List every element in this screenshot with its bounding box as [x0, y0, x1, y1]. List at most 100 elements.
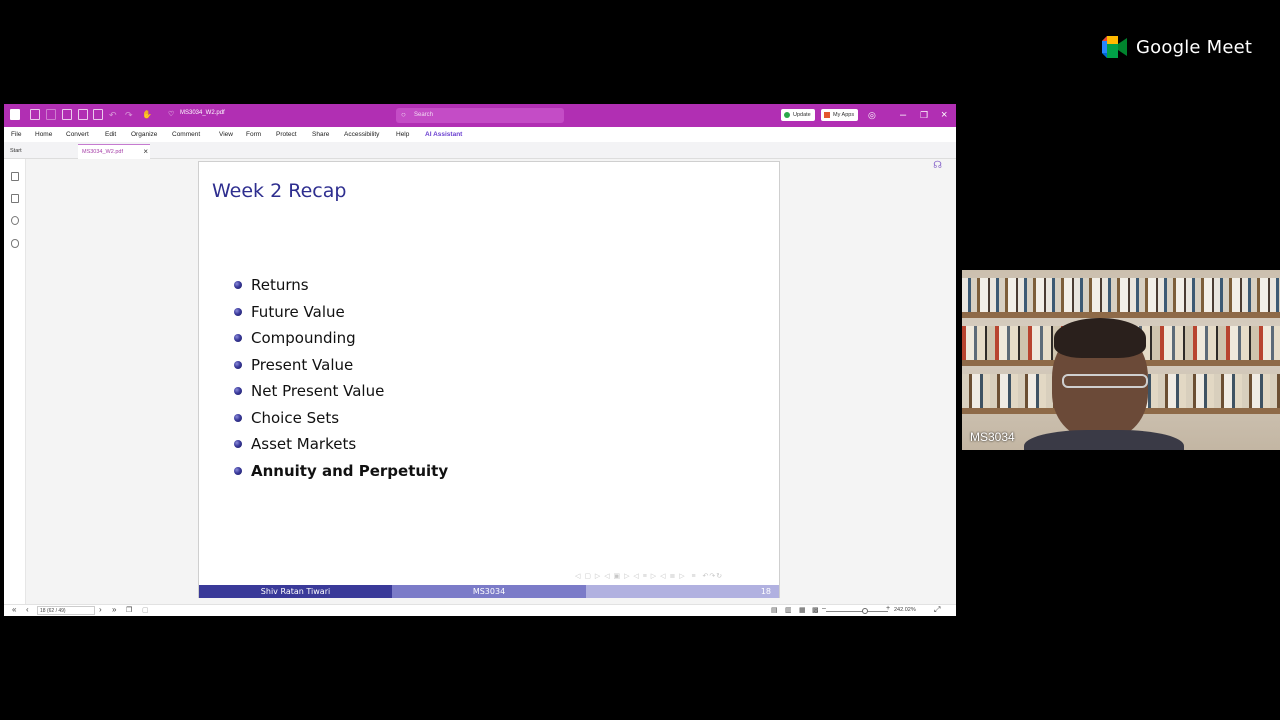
bullet-dot-icon	[234, 334, 242, 343]
bullet-item: Present Value	[234, 352, 448, 379]
hand-tool-icon[interactable]: ✋	[142, 108, 152, 122]
participant-hair	[1054, 318, 1146, 358]
last-page-icon[interactable]: »	[112, 605, 116, 614]
bullet-item: Compounding	[234, 325, 448, 352]
bullet-dot-icon	[234, 440, 242, 449]
bullet-dot-icon	[234, 466, 242, 475]
bullet-item: Net Present Value	[234, 378, 448, 405]
google-meet-logo-icon	[1102, 36, 1127, 58]
menu-bar: File Home Convert Edit Organize Comment …	[4, 127, 956, 142]
continuous-view-icon[interactable]: ▥	[785, 606, 792, 614]
bullet-item: Future Value	[234, 299, 448, 326]
comments-icon[interactable]	[11, 216, 19, 225]
menu-form[interactable]: Form	[246, 131, 261, 138]
copy-icon[interactable]	[78, 109, 88, 120]
extract-page-icon[interactable]: ▢	[142, 606, 149, 614]
footer-course: MS3034	[392, 585, 586, 598]
left-sidebar	[4, 159, 26, 604]
footer-author: Shiv Ratan Tiwari	[199, 585, 392, 598]
google-meet-label: Google Meet	[1136, 36, 1253, 58]
page-number-input[interactable]: 18 (62 / 49)	[37, 606, 95, 615]
page-indicator: 18 (62 / 49)	[40, 608, 66, 614]
save-icon[interactable]	[46, 109, 56, 120]
app-logo-icon	[10, 109, 20, 120]
menu-protect[interactable]: Protect	[276, 131, 297, 138]
bullet-item: Choice Sets	[234, 405, 448, 432]
bookmark-icon[interactable]	[11, 172, 19, 181]
zoom-slider[interactable]	[826, 611, 888, 612]
zoom-slider-handle[interactable]	[862, 608, 868, 614]
open-folder-icon[interactable]	[30, 109, 40, 120]
my-apps-button[interactable]: My Apps	[821, 109, 859, 121]
apps-grid-icon	[824, 112, 830, 118]
window-title: MS3034_W2.pdf	[180, 110, 225, 116]
update-icon	[784, 112, 790, 118]
minimize-icon[interactable]: –	[900, 108, 906, 122]
google-meet-brand: Google Meet	[1100, 34, 1252, 60]
status-bar: « ‹ 18 (62 / 49) › » ❐ ▢ ▤ ▥ ▦ ▩ – + 242…	[4, 604, 956, 616]
two-page-view-icon[interactable]: ▦	[799, 606, 806, 614]
attachment-icon[interactable]	[11, 239, 19, 248]
update-label: Update	[793, 112, 811, 118]
menu-convert[interactable]: Convert	[66, 131, 89, 138]
search-placeholder: Search	[414, 112, 434, 118]
redo-icon[interactable]: ↷	[125, 108, 133, 122]
bullet-list: Returns Future Value Compounding Present…	[234, 272, 448, 484]
menu-edit[interactable]: Edit	[105, 131, 116, 138]
headset-icon[interactable]: ☊	[933, 160, 942, 171]
bullet-item: Asset Markets	[234, 431, 448, 458]
fullscreen-icon[interactable]: ⤢	[934, 605, 940, 615]
single-page-view-icon[interactable]: ▤	[771, 606, 778, 614]
menu-help[interactable]: Help	[396, 131, 409, 138]
grid-view-icon[interactable]: ▩	[812, 606, 819, 614]
update-button[interactable]: Update	[781, 109, 815, 121]
search-box[interactable]: ○ Search	[396, 108, 564, 123]
menu-file[interactable]: File	[11, 131, 21, 138]
title-bar: ↶ ↷ ✋ ♡ MS3034_W2.pdf ○ Search Update My…	[4, 104, 956, 127]
my-apps-label: My Apps	[833, 112, 855, 118]
undo-icon[interactable]: ↶	[109, 108, 117, 122]
menu-comment[interactable]: Comment	[172, 131, 200, 138]
close-icon[interactable]: ×	[941, 108, 947, 122]
participant-video-tile[interactable]: MS3034	[962, 270, 1280, 450]
bullet-dot-icon	[234, 307, 242, 316]
menu-ai-assistant[interactable]: AI Assistant	[425, 131, 462, 138]
menu-home[interactable]: Home	[35, 131, 52, 138]
print-icon[interactable]	[62, 109, 72, 120]
menu-organize[interactable]: Organize	[131, 131, 157, 138]
restore-icon[interactable]: ❐	[920, 108, 928, 122]
tab-close-icon[interactable]: ×	[143, 147, 148, 156]
pdf-page: Week 2 Recap Returns Future Value Compou…	[198, 161, 780, 598]
search-icon: ○	[401, 110, 406, 119]
beamer-navigation-icons: ◁ ▢ ▷ ◁ ▣ ▷ ◁ ≡ ▷ ◁ ≣ ▷ ≡ ↶↷↻	[575, 573, 724, 580]
bullet-dot-icon	[234, 413, 242, 422]
participant-name: MS3034	[970, 430, 1015, 444]
tab-start[interactable]: Start	[10, 148, 22, 154]
document-icon[interactable]	[93, 109, 103, 120]
zoom-level[interactable]: 242.02%	[894, 607, 916, 613]
menu-accessibility[interactable]: Accessibility	[344, 131, 379, 138]
bullet-dot-icon	[234, 360, 242, 369]
account-icon[interactable]: ◎	[868, 108, 876, 122]
bullet-dot-icon	[234, 387, 242, 396]
first-page-icon[interactable]: «	[12, 605, 16, 614]
tab-bar: Start MS3034_W2.pdf ×	[4, 142, 956, 159]
footer-page-number: 18	[586, 585, 779, 598]
zoom-in-icon[interactable]: +	[886, 605, 890, 612]
shield-icon: ♡	[168, 111, 175, 118]
pages-icon[interactable]	[11, 194, 19, 203]
menu-view[interactable]: View	[219, 131, 233, 138]
tab-document[interactable]: MS3034_W2.pdf ×	[78, 144, 150, 159]
tab-document-label: MS3034_W2.pdf	[82, 149, 123, 155]
slide-footer: Shiv Ratan Tiwari MS3034 18	[199, 585, 779, 598]
copy-page-icon[interactable]: ❐	[126, 606, 132, 614]
slide-title: Week 2 Recap	[212, 180, 347, 202]
prev-page-icon[interactable]: ‹	[26, 605, 29, 614]
participant-body	[1024, 430, 1184, 450]
bookshelf-books	[962, 278, 1280, 312]
pdf-app-window: ↶ ↷ ✋ ♡ MS3034_W2.pdf ○ Search Update My…	[4, 104, 956, 616]
menu-share[interactable]: Share	[312, 131, 329, 138]
bullet-item: Returns	[234, 272, 448, 299]
bullet-item-highlighted: Annuity and Perpetuity	[234, 458, 448, 485]
next-page-icon[interactable]: ›	[99, 605, 102, 614]
